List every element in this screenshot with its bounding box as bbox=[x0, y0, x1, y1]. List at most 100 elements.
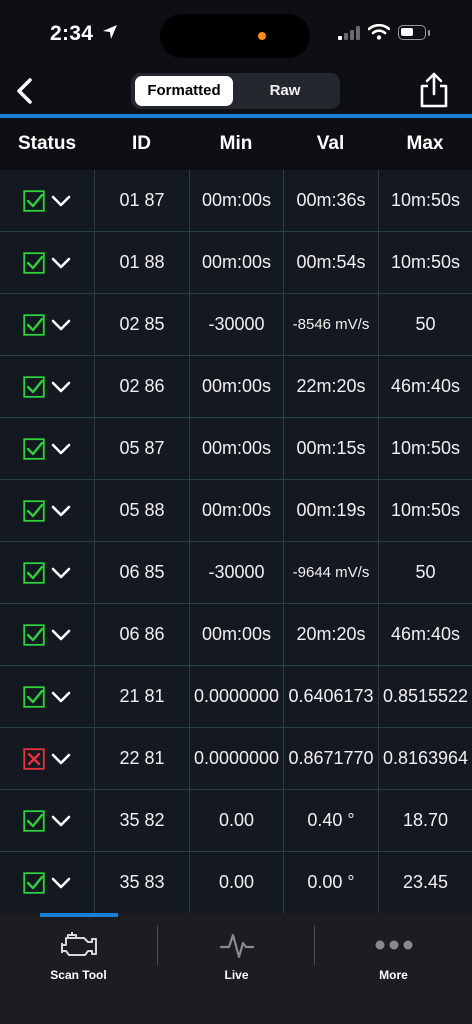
cell-max: 10m:50s bbox=[378, 418, 472, 479]
table-row[interactable]: 02 86 00m:00s 22m:20s 46m:40s bbox=[0, 356, 472, 418]
cell-status bbox=[0, 232, 94, 293]
cell-min: 0.0000000 bbox=[189, 728, 283, 789]
cell-max: 46m:40s bbox=[378, 356, 472, 417]
cell-status bbox=[0, 852, 94, 913]
table-row[interactable]: 06 85 -30000 -9644 mV/s 50 bbox=[0, 542, 472, 604]
wifi-icon bbox=[368, 24, 390, 40]
header-max: Max bbox=[406, 133, 444, 154]
pass-check-icon bbox=[23, 313, 45, 336]
chevron-down-icon[interactable] bbox=[51, 381, 71, 393]
tab-bar: Scan Tool Live More bbox=[0, 913, 472, 1024]
cell-val: -8546 mV/s bbox=[283, 294, 378, 355]
nav-bar: Formatted Raw bbox=[0, 66, 472, 114]
cell-status bbox=[0, 294, 94, 355]
cell-id: 05 87 bbox=[94, 418, 189, 479]
cell-max: 0.8515522 bbox=[378, 666, 472, 727]
cell-min: 00m:00s bbox=[189, 356, 283, 417]
tab-more[interactable]: More bbox=[315, 921, 472, 996]
cell-min: -30000 bbox=[189, 542, 283, 603]
chevron-down-icon[interactable] bbox=[51, 195, 71, 207]
tab-live[interactable]: Live bbox=[158, 921, 315, 996]
cell-max: 10m:50s bbox=[378, 232, 472, 293]
cell-val: 0.40 ° bbox=[283, 790, 378, 851]
results-table: 01 87 00m:00s 00m:36s 10m:50s 01 88 00m:00s 00… bbox=[0, 170, 472, 913]
tab-live-label: Live bbox=[224, 968, 249, 982]
cell-max: 10m:50s bbox=[378, 170, 472, 231]
cell-id: 22 81 bbox=[94, 728, 189, 789]
share-button[interactable] bbox=[414, 68, 454, 112]
cell-val: -9644 mV/s bbox=[283, 542, 378, 603]
cell-id: 21 81 bbox=[94, 666, 189, 727]
segment-raw[interactable]: Raw bbox=[235, 76, 335, 106]
table-row[interactable]: 01 87 00m:00s 00m:36s 10m:50s bbox=[0, 170, 472, 232]
cell-min: -30000 bbox=[189, 294, 283, 355]
cell-min: 00m:00s bbox=[189, 480, 283, 541]
chevron-down-icon[interactable] bbox=[51, 815, 71, 827]
tab-scan-tool-label: Scan Tool bbox=[50, 968, 107, 982]
cell-id: 02 86 bbox=[94, 356, 189, 417]
chevron-down-icon[interactable] bbox=[51, 691, 71, 703]
cell-id: 35 83 bbox=[94, 852, 189, 913]
segment-formatted[interactable]: Formatted bbox=[135, 76, 233, 106]
cell-val: 0.00 ° bbox=[283, 852, 378, 913]
table-row[interactable]: 02 85 -30000 -8546 mV/s 50 bbox=[0, 294, 472, 356]
pass-check-icon bbox=[23, 251, 45, 274]
header-id: ID bbox=[132, 133, 151, 154]
cell-max: 46m:40s bbox=[378, 604, 472, 665]
cell-status bbox=[0, 666, 94, 727]
cell-min: 00m:00s bbox=[189, 604, 283, 665]
cell-id: 06 86 bbox=[94, 604, 189, 665]
cell-id: 02 85 bbox=[94, 294, 189, 355]
cell-min: 0.00 bbox=[189, 852, 283, 913]
cellular-signal-icon bbox=[338, 26, 360, 40]
share-icon bbox=[420, 72, 448, 108]
cell-id: 01 88 bbox=[94, 232, 189, 293]
table-row[interactable]: 22 81 0.0000000 0.8671770 0.8163964 bbox=[0, 728, 472, 790]
table-row[interactable]: 35 82 0.00 0.40 ° 18.70 bbox=[0, 790, 472, 852]
chevron-down-icon[interactable] bbox=[51, 443, 71, 455]
battery-cap bbox=[428, 30, 430, 36]
table-row[interactable]: 05 88 00m:00s 00m:19s 10m:50s bbox=[0, 480, 472, 542]
cell-status bbox=[0, 728, 94, 789]
active-tab-indicator bbox=[40, 913, 118, 917]
pass-check-icon bbox=[23, 685, 45, 708]
table-row[interactable]: 21 81 0.0000000 0.6406173 0.8515522 bbox=[0, 666, 472, 728]
cell-min: 00m:00s bbox=[189, 418, 283, 479]
chevron-down-icon[interactable] bbox=[51, 257, 71, 269]
cell-min: 00m:00s bbox=[189, 170, 283, 231]
table-row[interactable]: 05 87 00m:00s 00m:15s 10m:50s bbox=[0, 418, 472, 480]
cell-min: 0.0000000 bbox=[189, 666, 283, 727]
header-status: Status bbox=[17, 133, 77, 154]
cell-val: 00m:19s bbox=[283, 480, 378, 541]
back-button[interactable] bbox=[8, 74, 40, 108]
cell-status bbox=[0, 790, 94, 851]
table-header: Status ID Min Val Max bbox=[0, 118, 472, 171]
cell-status bbox=[0, 542, 94, 603]
cell-val: 20m:20s bbox=[283, 604, 378, 665]
cell-status bbox=[0, 356, 94, 417]
pass-check-icon bbox=[23, 375, 45, 398]
chevron-down-icon[interactable] bbox=[51, 319, 71, 331]
cell-val: 00m:54s bbox=[283, 232, 378, 293]
table-row[interactable]: 01 88 00m:00s 00m:54s 10m:50s bbox=[0, 232, 472, 294]
chevron-down-icon[interactable] bbox=[51, 505, 71, 517]
pass-check-icon bbox=[23, 499, 45, 522]
chevron-down-icon[interactable] bbox=[51, 567, 71, 579]
chevron-down-icon[interactable] bbox=[51, 877, 71, 889]
pass-check-icon bbox=[23, 189, 45, 212]
header-min: Min bbox=[219, 133, 253, 154]
fail-x-icon bbox=[23, 747, 45, 770]
tab-scan-tool[interactable]: Scan Tool bbox=[0, 921, 157, 996]
cell-val: 0.6406173 bbox=[283, 666, 378, 727]
chevron-down-icon[interactable] bbox=[51, 629, 71, 641]
cell-max: 50 bbox=[378, 542, 472, 603]
cell-status bbox=[0, 418, 94, 479]
table-row[interactable]: 06 86 00m:00s 20m:20s 46m:40s bbox=[0, 604, 472, 666]
cell-max: 0.8163964 bbox=[378, 728, 472, 789]
chevron-down-icon[interactable] bbox=[51, 753, 71, 765]
table-row[interactable]: 35 83 0.00 0.00 ° 23.45 bbox=[0, 852, 472, 913]
cell-min: 0.00 bbox=[189, 790, 283, 851]
cell-max: 23.45 bbox=[378, 852, 472, 913]
cell-val: 00m:15s bbox=[283, 418, 378, 479]
cell-max: 10m:50s bbox=[378, 480, 472, 541]
